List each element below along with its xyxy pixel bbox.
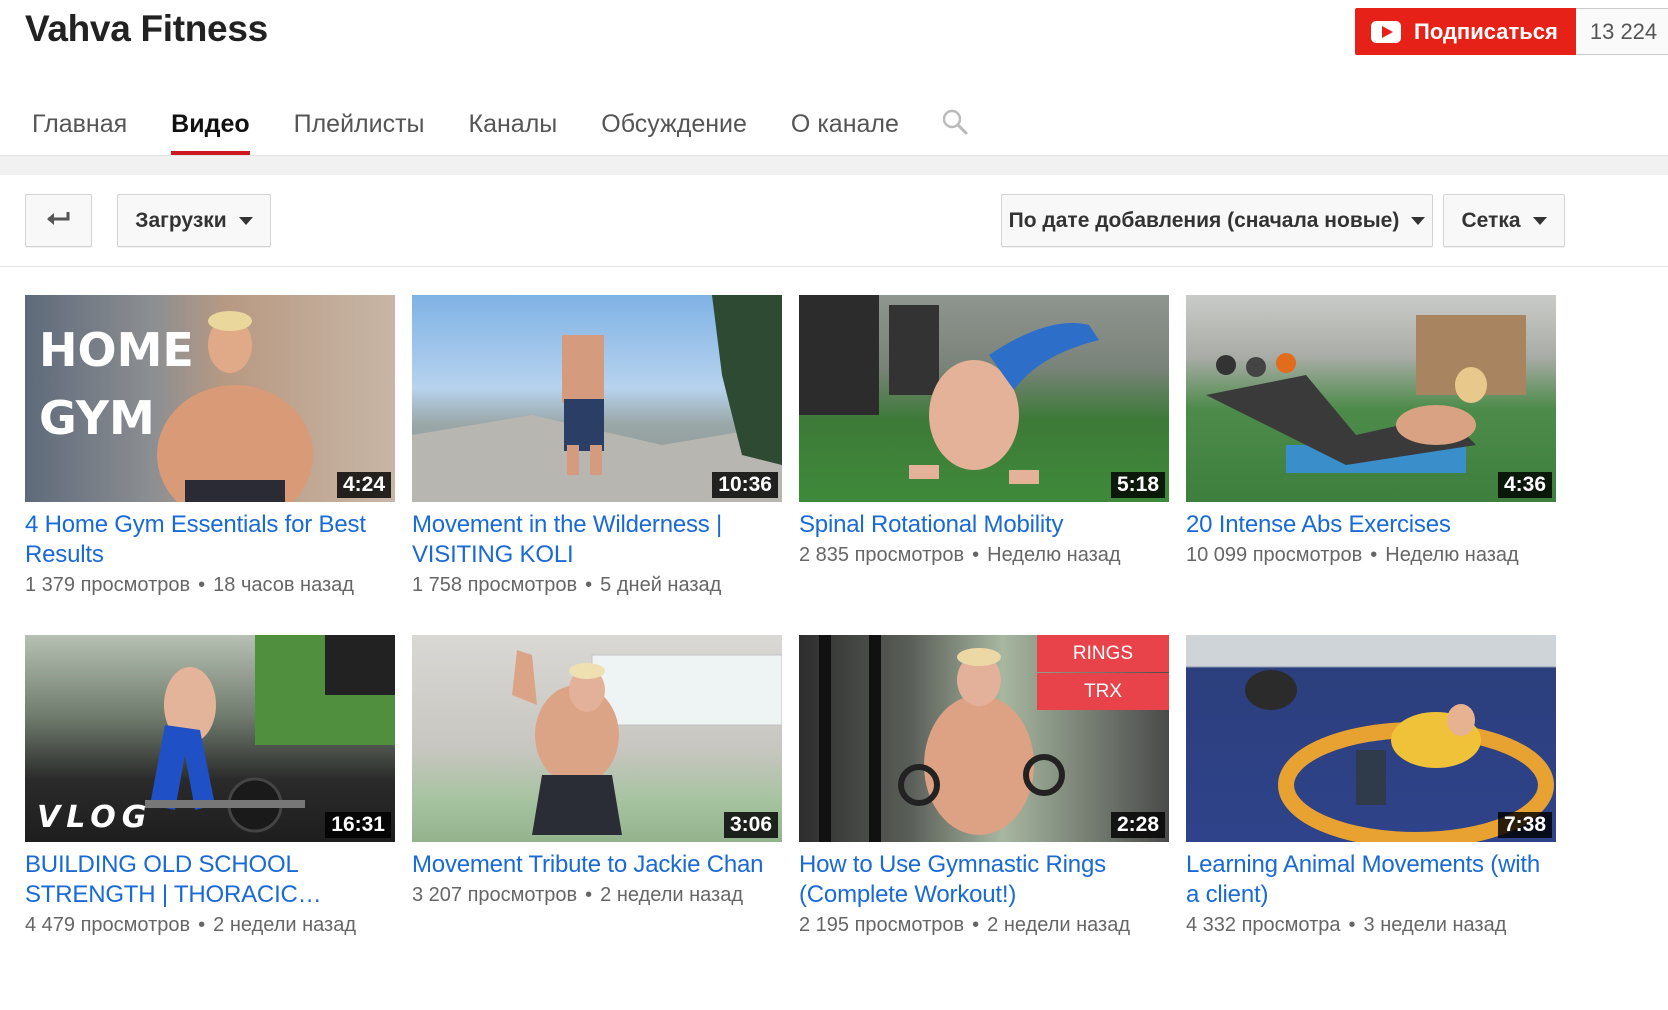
thumbnail-overlay-text: GYM xyxy=(39,391,155,445)
video-card[interactable]: 5:18 Spinal Rotational Mobility 2 835 пр… xyxy=(799,295,1169,570)
video-thumbnail[interactable]: 3:06 xyxy=(412,635,782,842)
tab-home[interactable]: Главная xyxy=(10,100,149,155)
thumbnail-overlay-text: HOME xyxy=(39,323,194,377)
view-count: 3 207 просмотров xyxy=(412,884,578,906)
video-meta: 4 332 просмотра • 3 недели назад xyxy=(1186,910,1556,940)
header-separator xyxy=(0,155,1668,175)
separator-dot: • xyxy=(585,574,593,596)
chevron-down-icon xyxy=(1532,216,1547,225)
upload-age: 2 недели назад xyxy=(987,914,1131,936)
channel-header: Vahva Fitness Подписаться 13 224 Главная… xyxy=(0,0,1668,160)
subscribe-label: Подписаться xyxy=(1414,18,1558,44)
video-card[interactable]: 10:36 Movement in the Wilderness | VISIT… xyxy=(412,295,782,600)
view-label: Сетка xyxy=(1461,208,1521,232)
upload-age: Неделю назад xyxy=(987,544,1121,566)
upload-age: Неделю назад xyxy=(1385,544,1519,566)
youtube-play-icon xyxy=(1371,20,1401,43)
video-card[interactable]: HOME GYM 4:24 4 Home Gym Essentials for … xyxy=(25,295,395,600)
back-button[interactable] xyxy=(25,194,92,247)
channel-title[interactable]: Vahva Fitness xyxy=(25,8,268,50)
video-card[interactable]: VLOG 16:31 BUILDING OLD SCHOOL STRENGTH … xyxy=(25,635,395,940)
duration-badge: 3:06 xyxy=(723,812,778,838)
uploads-label: Загрузки xyxy=(135,208,227,232)
duration-badge: 16:31 xyxy=(325,812,391,838)
upload-age: 5 дней назад xyxy=(600,574,722,596)
subscriber-count: 13 224 xyxy=(1575,8,1668,55)
video-thumbnail[interactable]: 5:18 xyxy=(799,295,1169,502)
duration-badge: 10:36 xyxy=(712,472,778,498)
separator-dot: • xyxy=(198,574,206,596)
video-meta: 1 379 просмотров • 18 часов назад xyxy=(25,570,395,600)
video-card[interactable]: RINGS TRX 2:28 How to Use Gymnastic Ring… xyxy=(799,635,1169,940)
duration-badge: 2:28 xyxy=(1110,812,1165,838)
video-card[interactable]: 3:06 Movement Tribute to Jackie Chan 3 2… xyxy=(412,635,782,910)
upload-age: 3 недели назад xyxy=(1363,914,1507,936)
separator-dot: • xyxy=(198,914,206,936)
duration-badge: 4:24 xyxy=(336,472,391,498)
view-count: 1 758 просмотров xyxy=(412,574,578,596)
separator-dot: • xyxy=(972,544,980,566)
video-meta: 10 099 просмотров • Неделю назад xyxy=(1186,540,1556,570)
video-title[interactable]: 4 Home Gym Essentials for Best Results xyxy=(25,510,395,570)
view-count: 10 099 просмотров xyxy=(1186,544,1363,566)
video-card[interactable]: 4:36 20 Intense Abs Exercises 10 099 про… xyxy=(1186,295,1556,570)
duration-badge: 5:18 xyxy=(1110,472,1165,498)
video-title[interactable]: Movement Tribute to Jackie Chan xyxy=(412,850,782,880)
subscribe-button[interactable]: Подписаться xyxy=(1355,8,1576,55)
view-count: 2 195 просмотров xyxy=(799,914,965,936)
upload-age: 2 недели назад xyxy=(213,914,357,936)
tab-about[interactable]: О канале xyxy=(769,100,921,155)
video-title[interactable]: Spinal Rotational Mobility xyxy=(799,510,1169,540)
video-meta: 4 479 просмотров • 2 недели назад xyxy=(25,910,395,940)
video-meta: 1 758 просмотров • 5 дней назад xyxy=(412,570,782,600)
chevron-down-icon xyxy=(1411,216,1426,225)
tab-channels[interactable]: Каналы xyxy=(447,100,580,155)
thumbnail-overlay-text: VLOG xyxy=(37,800,153,835)
duration-badge: 4:36 xyxy=(1497,472,1552,498)
tab-videos[interactable]: Видео xyxy=(149,100,271,155)
sort-label: По дате добавления (сначала новые) xyxy=(1008,208,1400,232)
video-thumbnail[interactable]: 4:36 xyxy=(1186,295,1556,502)
video-thumbnail[interactable]: VLOG 16:31 xyxy=(25,635,395,842)
view-count: 1 379 просмотров xyxy=(25,574,191,596)
video-card[interactable]: 7:38 Learning Animal Movements (with a c… xyxy=(1186,635,1556,940)
search-icon[interactable] xyxy=(921,100,981,155)
video-title[interactable]: Movement in the Wilderness | VISITING KO… xyxy=(412,510,782,570)
separator-dot: • xyxy=(972,914,980,936)
video-title[interactable]: How to Use Gymnastic Rings (Complete Wor… xyxy=(799,850,1169,910)
video-thumbnail[interactable]: 10:36 xyxy=(412,295,782,502)
separator-dot: • xyxy=(1370,544,1378,566)
tab-playlists[interactable]: Плейлисты xyxy=(272,100,447,155)
sort-dropdown[interactable]: По дате добавления (сначала новые) xyxy=(1001,194,1433,247)
tab-discussion[interactable]: Обсуждение xyxy=(579,100,769,155)
view-count: 4 479 просмотров xyxy=(25,914,191,936)
video-thumbnail[interactable]: HOME GYM 4:24 xyxy=(25,295,395,502)
video-thumbnail[interactable]: 7:38 xyxy=(1186,635,1556,842)
video-title[interactable]: 20 Intense Abs Exercises xyxy=(1186,510,1556,540)
view-dropdown[interactable]: Сетка xyxy=(1443,194,1565,247)
view-count: 4 332 просмотра xyxy=(1186,914,1341,936)
view-count: 2 835 просмотров xyxy=(799,544,965,566)
chevron-down-icon xyxy=(238,216,253,225)
video-thumbnail[interactable]: RINGS TRX 2:28 xyxy=(799,635,1169,842)
video-meta: 3 207 просмотров • 2 недели назад xyxy=(412,880,782,910)
video-meta: 2 835 просмотров • Неделю назад xyxy=(799,540,1169,570)
video-toolbar: Загрузки По дате добавления (сначала нов… xyxy=(0,175,1668,267)
channel-tabs: Главная Видео Плейлисты Каналы Обсуждени… xyxy=(10,100,981,155)
upload-age: 2 недели назад xyxy=(600,884,744,906)
upload-age: 18 часов назад xyxy=(213,574,354,596)
video-title[interactable]: Learning Animal Movements (with a client… xyxy=(1186,850,1556,910)
subscribe-widget: Подписаться 13 224 xyxy=(1355,8,1668,55)
thumbnail-tag: RINGS xyxy=(1037,635,1169,672)
thumbnail-tag: TRX xyxy=(1037,673,1169,710)
separator-dot: • xyxy=(585,884,593,906)
uploads-dropdown[interactable]: Загрузки xyxy=(117,194,271,247)
separator-dot: • xyxy=(1348,914,1356,936)
duration-badge: 7:38 xyxy=(1497,812,1552,838)
video-title[interactable]: BUILDING OLD SCHOOL STRENGTH | THORACIC… xyxy=(25,850,395,910)
back-arrow-icon xyxy=(46,209,72,233)
video-meta: 2 195 просмотров • 2 недели назад xyxy=(799,910,1169,940)
